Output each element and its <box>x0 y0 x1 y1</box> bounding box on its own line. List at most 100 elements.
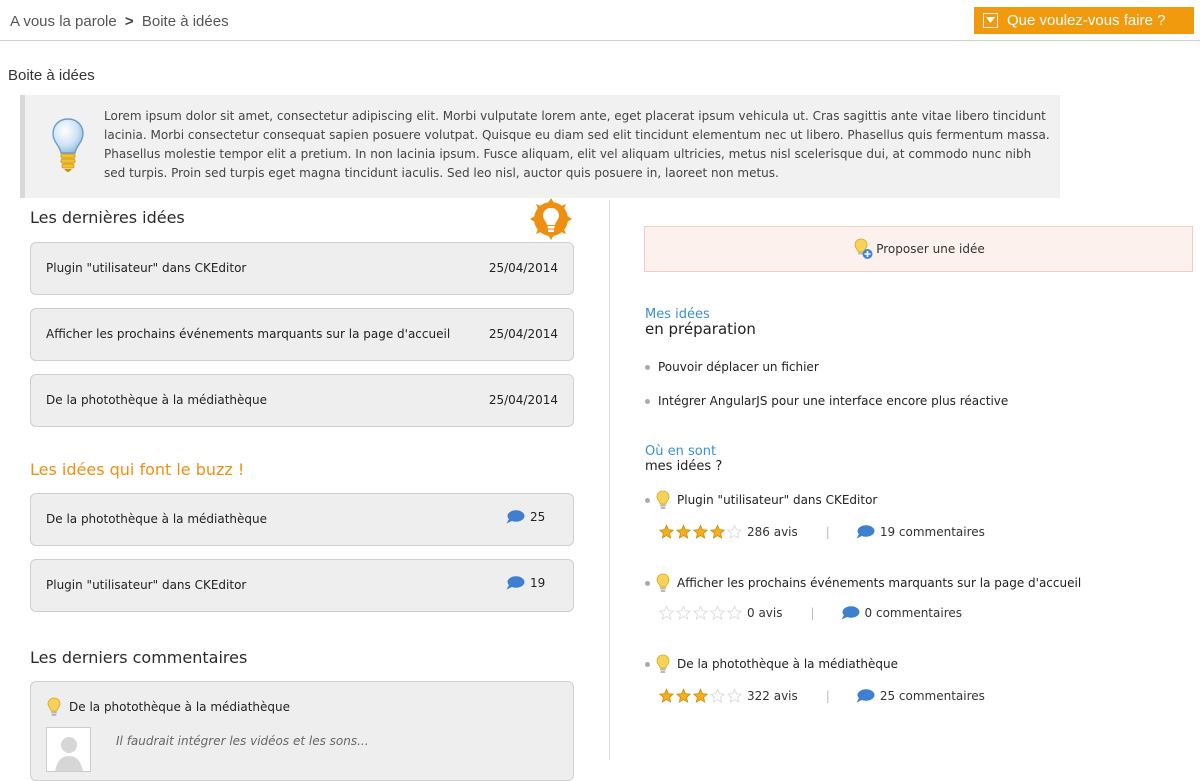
star-empty-icon[interactable] <box>709 688 726 704</box>
status-title-line2: mes idées ? <box>645 459 723 474</box>
breadcrumb-parent-link[interactable]: A vous la parole <box>10 13 117 30</box>
meta-separator: | <box>825 525 830 539</box>
breadcrumb: A vous la parole > Boite à idées <box>10 13 229 30</box>
lightbulb-icon <box>47 697 61 721</box>
star-empty-icon[interactable] <box>726 605 743 621</box>
star-empty-icon[interactable] <box>692 605 709 621</box>
status-idea-label: De la photothèque à la médiathèque <box>677 657 899 671</box>
star-empty-icon[interactable] <box>726 688 743 704</box>
my-idea-item[interactable]: Pouvoir déplacer un fichier <box>645 360 819 374</box>
meta-separator: | <box>825 689 830 703</box>
my-ideas-heading: Mes idées en préparation <box>645 307 756 337</box>
lightbulb-badge-icon <box>530 198 572 244</box>
comments-link[interactable]: 0 commentaires <box>841 606 962 620</box>
comment-count-value: 25 <box>530 510 546 524</box>
reviews-count: 0 avis <box>747 606 783 620</box>
status-idea-meta: 0 avis | 0 commentaires <box>658 605 962 621</box>
intro-text: Lorem ipsum dolor sit amet, consectetur … <box>104 109 1050 180</box>
top-bar: A vous la parole > Boite à idées Que vou… <box>0 0 1200 41</box>
lightbulb-icon <box>656 573 670 592</box>
my-idea-title: Pouvoir déplacer un fichier <box>658 360 819 374</box>
idea-date: 25/04/2014 <box>488 327 558 341</box>
idea-date: 25/04/2014 <box>488 261 558 275</box>
speech-bubble-icon <box>856 689 875 703</box>
column-divider <box>609 200 610 760</box>
star-empty-icon[interactable] <box>675 605 692 621</box>
status-idea-title[interactable]: De la photothèque à la médiathèque <box>645 654 898 674</box>
bullet-dot <box>645 661 650 667</box>
lightbulb-icon <box>51 117 85 179</box>
star-filled-icon[interactable] <box>709 524 726 540</box>
status-idea-title[interactable]: Plugin "utilisateur" dans CKEditor <box>645 490 877 510</box>
what-to-do-label: Que voulez-vous faire ? <box>1007 12 1166 29</box>
comments-link[interactable]: 25 commentaires <box>856 689 985 703</box>
comment-card[interactable]: De la photothèque à la médiathèque Il fa… <box>30 681 574 781</box>
bullet-dot <box>645 497 650 503</box>
rating-stars[interactable] <box>658 688 743 704</box>
comment-text: Il faudrait intégrer les vidéos et les s… <box>116 734 369 748</box>
bullet-dot <box>645 580 650 586</box>
bullet-dot <box>645 364 650 370</box>
idea-title: De la photothèque à la médiathèque <box>46 393 268 407</box>
comments-link[interactable]: 19 commentaires <box>856 525 985 539</box>
lightbulb-icon <box>656 490 670 509</box>
status-title-line1: Où en sont <box>645 444 717 459</box>
comment-count-value: 19 <box>530 576 546 590</box>
idea-date: 25/04/2014 <box>488 393 558 407</box>
star-empty-icon[interactable] <box>658 605 675 621</box>
latest-idea-card[interactable]: Plugin "utilisateur" dans CKEditor 25/04… <box>30 242 574 295</box>
rating-stars[interactable] <box>658 524 743 540</box>
meta-separator: | <box>810 606 815 620</box>
reviews-count: 322 avis <box>747 689 798 703</box>
star-filled-icon[interactable] <box>692 688 709 704</box>
star-filled-icon[interactable] <box>658 524 675 540</box>
rating-stars[interactable] <box>658 605 743 621</box>
bullet-dot <box>645 398 650 404</box>
latest-idea-card[interactable]: Afficher les prochains événements marqua… <box>30 308 574 361</box>
idea-title: Plugin "utilisateur" dans CKEditor <box>46 578 247 592</box>
avatar <box>46 727 91 772</box>
speech-bubble-icon <box>506 576 525 590</box>
status-idea-label: Afficher les prochains événements marqua… <box>677 576 1082 590</box>
breadcrumb-current: Boite à idées <box>141 13 229 30</box>
lightbulb-icon <box>656 654 670 673</box>
star-empty-icon[interactable] <box>726 524 743 540</box>
dropdown-arrow-icon <box>983 13 998 28</box>
buzz-idea-card[interactable]: De la photothèque à la médiathèque 25 <box>30 493 574 546</box>
star-filled-icon[interactable] <box>675 688 692 704</box>
status-idea-label: Plugin "utilisateur" dans CKEditor <box>677 493 878 507</box>
idea-title: Plugin "utilisateur" dans CKEditor <box>46 261 247 275</box>
comment-count: 25 <box>506 510 545 524</box>
my-idea-title: Intégrer AngularJS pour une interface en… <box>658 394 1009 408</box>
status-heading: Où en sont mes idées ? <box>645 444 722 474</box>
star-empty-icon[interactable] <box>709 605 726 621</box>
idea-title: De la photothèque à la médiathèque <box>46 512 268 526</box>
comments-count: 0 commentaires <box>864 606 962 620</box>
breadcrumb-separator: > <box>124 13 134 30</box>
what-to-do-dropdown-button[interactable]: Que voulez-vous faire ? <box>974 7 1194 34</box>
reviews-count: 286 avis <box>747 525 798 539</box>
comments-count: 25 commentaires <box>879 689 985 703</box>
speech-bubble-icon <box>841 606 860 620</box>
buzz-idea-card[interactable]: Plugin "utilisateur" dans CKEditor 19 <box>30 559 574 612</box>
status-idea-meta: 286 avis | 19 commentaires <box>658 524 985 540</box>
comments-count: 19 commentaires <box>879 525 985 539</box>
comment-count: 19 <box>506 576 545 590</box>
latest-idea-card[interactable]: De la photothèque à la médiathèque 25/04… <box>30 374 574 427</box>
my-idea-item[interactable]: Intégrer AngularJS pour une interface en… <box>645 394 1008 408</box>
star-filled-icon[interactable] <box>658 688 675 704</box>
star-filled-icon[interactable] <box>675 524 692 540</box>
propose-idea-label: Proposer une idée <box>876 242 985 256</box>
speech-bubble-icon <box>506 510 525 524</box>
page-title: Boite à idées <box>8 67 95 84</box>
status-idea-title[interactable]: Afficher les prochains événements marqua… <box>645 573 1081 593</box>
propose-idea-button[interactable]: Proposer une idée <box>644 226 1193 272</box>
speech-bubble-icon <box>856 525 875 539</box>
idea-title: Afficher les prochains événements marqua… <box>46 327 451 341</box>
my-ideas-title-line2: en préparation <box>645 320 756 338</box>
lightbulb-add-icon <box>854 238 873 259</box>
intro-box: Lorem ipsum dolor sit amet, consectetur … <box>20 95 1060 198</box>
star-filled-icon[interactable] <box>692 524 709 540</box>
status-idea-meta: 322 avis | 25 commentaires <box>658 688 985 704</box>
latest-ideas-title: Les dernières idées <box>30 208 185 227</box>
